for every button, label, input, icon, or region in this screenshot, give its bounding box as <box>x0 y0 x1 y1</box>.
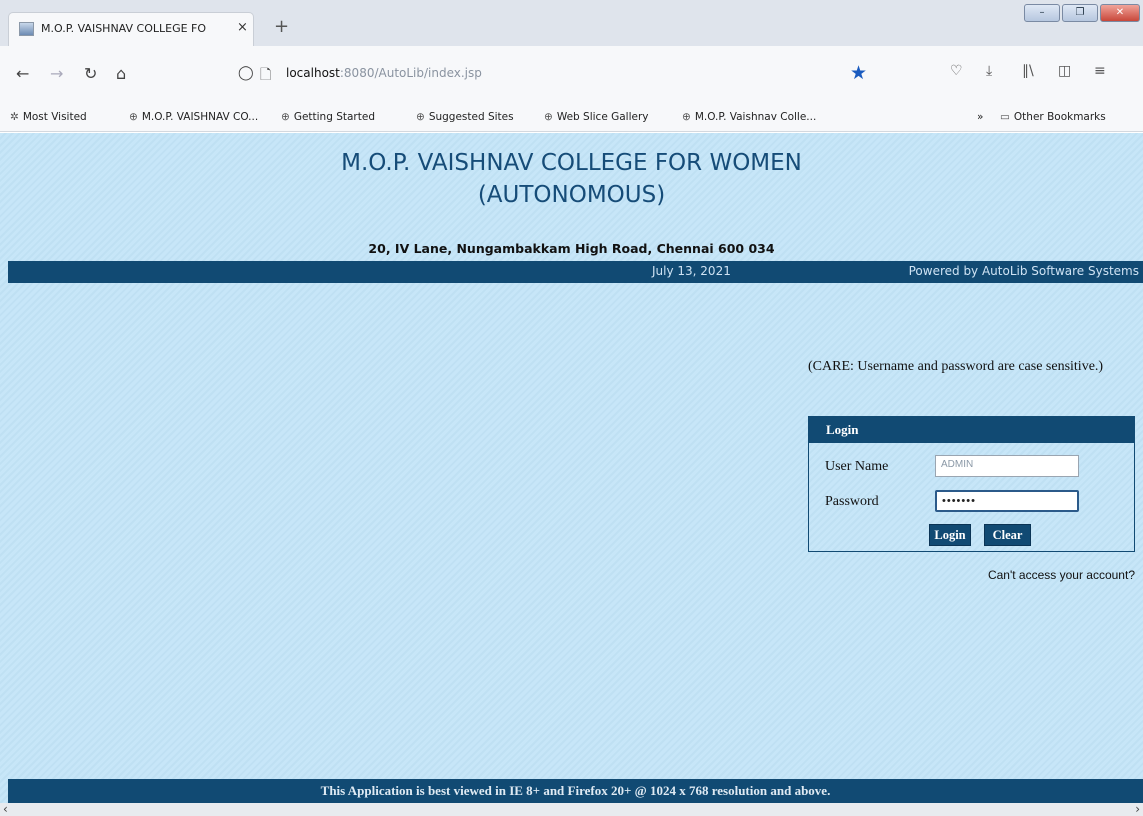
powered-by-text: Powered by AutoLib Software Systems <box>908 264 1139 278</box>
bookmark-mop-vaishnav-1[interactable]: ⊕ M.O.P. VAISHNAV CO... <box>129 111 258 123</box>
browser-chrome: M.O.P. VAISHNAV COLLEGE FO × + – ❐ ✕ ← →… <box>0 0 1143 132</box>
tracking-shield-icon[interactable]: ◯ <box>238 65 254 81</box>
downloads-icon[interactable]: ⤓ <box>986 63 992 79</box>
bookmark-most-visited[interactable]: ✲ Most Visited <box>10 111 87 123</box>
address-bar[interactable]: ◯ 🗋 localhost:8080/AutoLib/index.jsp ★ <box>238 59 898 89</box>
window-controls: – ❐ ✕ <box>1024 4 1140 24</box>
cant-access-account-link[interactable]: Can't access your account? <box>988 568 1135 582</box>
globe-icon: ⊕ <box>129 111 138 123</box>
page-favicon-icon <box>19 22 34 36</box>
password-input[interactable]: ••••••• <box>935 490 1079 512</box>
current-date: July 13, 2021 <box>652 264 731 278</box>
new-tab-button[interactable]: + <box>274 16 289 37</box>
college-address: 20, IV Lane, Nungambakkam High Road, Che… <box>368 241 775 256</box>
sidebar-icon[interactable]: ◫ <box>1058 63 1071 79</box>
college-name-line2: (AUTONOMOUS) <box>477 182 666 208</box>
pocket-icon[interactable]: ♡ <box>950 63 963 79</box>
globe-icon: ⊕ <box>416 111 425 123</box>
bookmark-star-icon[interactable]: ★ <box>850 62 867 84</box>
bookmarks-toolbar: ✲ Most Visited ⊕ M.O.P. VAISHNAV CO... ⊕ Ge… <box>0 102 1143 132</box>
gear-icon: ✲ <box>10 111 19 123</box>
page-content: M.O.P. VAISHNAV COLLEGE FOR WOMEN (AUTON… <box>0 133 1143 816</box>
maximize-button[interactable]: ❐ <box>1062 4 1098 22</box>
password-label: Password <box>825 494 879 509</box>
tab-strip: M.O.P. VAISHNAV COLLEGE FO × + – ❐ ✕ <box>0 0 1143 46</box>
globe-icon: ⊕ <box>682 111 691 123</box>
page-title: M.O.P. VAISHNAV COLLEGE FOR WOMEN (AUTON… <box>0 147 1143 211</box>
bookmark-mop-vaishnav-2[interactable]: ⊕ M.O.P. Vaishnav Colle... <box>682 111 816 123</box>
globe-icon: ⊕ <box>281 111 290 123</box>
globe-icon: ⊕ <box>544 111 553 123</box>
footer-bar: This Application is best viewed in IE 8+… <box>8 779 1143 803</box>
reload-icon[interactable]: ↻ <box>84 64 97 83</box>
library-icon[interactable]: ∥\ <box>1022 63 1034 79</box>
username-label: User Name <box>825 459 889 474</box>
login-heading: Login <box>809 417 1134 443</box>
bookmarks-overflow-icon[interactable]: » <box>977 111 983 123</box>
scroll-right-icon[interactable]: › <box>1135 802 1140 816</box>
window-close-button[interactable]: ✕ <box>1100 4 1140 22</box>
back-arrow-icon[interactable]: ← <box>16 64 29 83</box>
url-text[interactable]: localhost:8080/AutoLib/index.jsp <box>286 66 482 80</box>
username-input[interactable]: ADMIN <box>935 455 1079 477</box>
bookmark-getting-started[interactable]: ⊕ Getting Started <box>281 111 375 123</box>
clear-button[interactable]: Clear <box>984 524 1031 546</box>
forward-arrow-icon[interactable]: → <box>50 64 63 83</box>
home-icon[interactable]: ⌂ <box>116 64 126 83</box>
login-button[interactable]: Login <box>929 524 971 546</box>
folder-icon: ▭ <box>1000 111 1010 123</box>
minimize-button[interactable]: – <box>1024 4 1060 22</box>
bookmark-suggested-sites[interactable]: ⊕ Suggested Sites <box>416 111 514 123</box>
navigation-toolbar: ← → ↻ ⌂ ◯ 🗋 localhost:8080/AutoLib/index… <box>0 46 1143 102</box>
login-panel: Login User Name ADMIN Password ••••••• L… <box>808 416 1135 552</box>
horizontal-scrollbar[interactable]: ‹ › <box>0 802 1143 816</box>
page-info-icon[interactable]: 🗋 <box>260 64 271 88</box>
menu-icon[interactable]: ≡ <box>1094 63 1106 79</box>
case-sensitive-note: (CARE: Username and password are case se… <box>808 359 1104 374</box>
tab-close-icon[interactable]: × <box>237 20 248 35</box>
college-name-line1: M.O.P. VAISHNAV COLLEGE FOR WOMEN <box>341 150 802 176</box>
browser-tab[interactable]: M.O.P. VAISHNAV COLLEGE FO × <box>8 12 254 46</box>
other-bookmarks[interactable]: ▭ Other Bookmarks <box>1000 111 1106 123</box>
bookmark-web-slice-gallery[interactable]: ⊕ Web Slice Gallery <box>544 111 649 123</box>
tab-title: M.O.P. VAISHNAV COLLEGE FO <box>41 22 207 35</box>
scroll-left-icon[interactable]: ‹ <box>3 802 8 816</box>
info-bar: July 13, 2021 Powered by AutoLib Softwar… <box>8 261 1143 283</box>
